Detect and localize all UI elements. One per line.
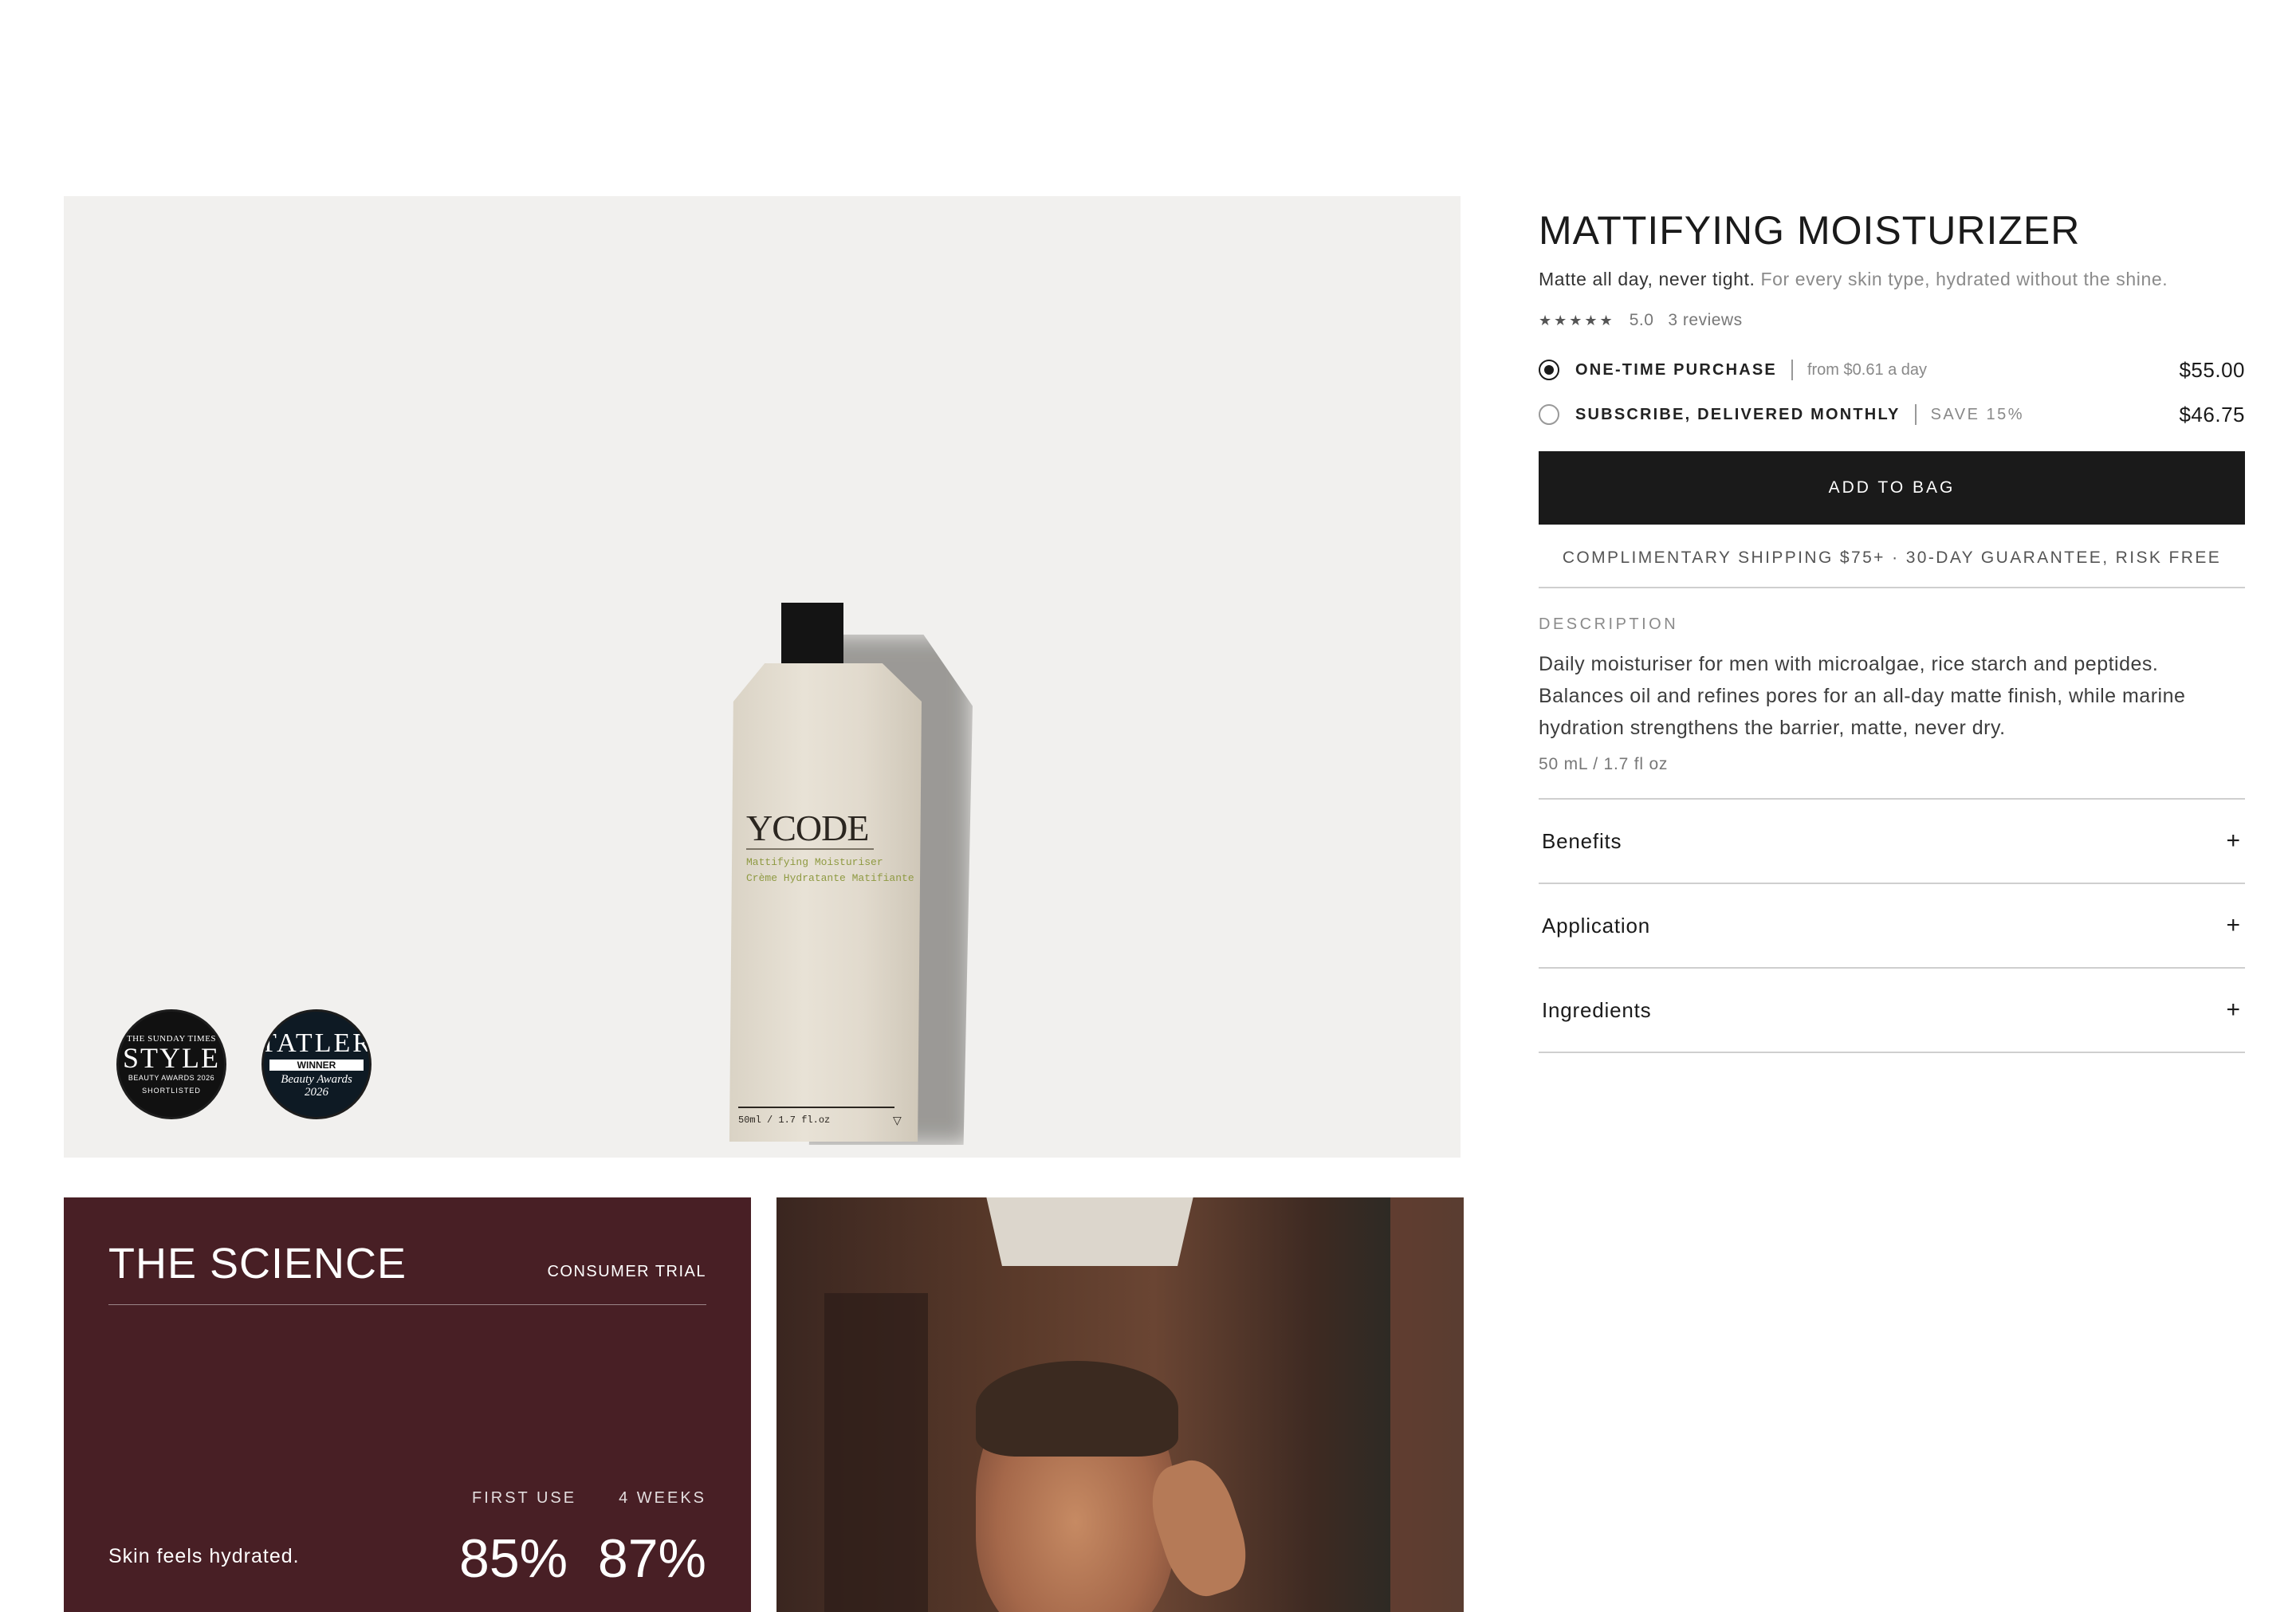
plus-icon[interactable]: +	[2226, 912, 2240, 939]
award-badge-tatler: TATLER WINNER Beauty Awards 2026	[261, 1009, 372, 1119]
science-panel: THE SCIENCE CONSUMER TRIAL FIRST USE 4 W…	[64, 1197, 751, 1612]
rating-score: 5.0	[1629, 311, 1654, 329]
tube-bottom-rule	[738, 1107, 894, 1108]
star-rating-icon: ★★★★★	[1539, 312, 1615, 328]
award-line: Beauty Awards	[281, 1073, 352, 1086]
accordion-label: Application	[1542, 913, 1650, 938]
option-label: ONE-TIME PURCHASE	[1575, 360, 1777, 379]
accordion-application[interactable]: Application +	[1539, 884, 2245, 969]
option-label: SUBSCRIBE, DELIVERED MONTHLY	[1575, 405, 1901, 423]
product-tagline: Matte all day, never tight. For every sk…	[1539, 269, 2245, 290]
science-value-4-weeks: 87%	[597, 1528, 706, 1589]
triangle-icon: ▽	[893, 1114, 902, 1126]
science-col-heading-4-weeks: 4 WEEKS	[619, 1489, 706, 1507]
reviews-link[interactable]: 3 reviews	[1668, 311, 1742, 330]
tube-line-1: Mattifying Moisturiser	[746, 856, 883, 868]
option-separator	[1914, 404, 1917, 425]
photo-man-hair	[976, 1361, 1178, 1457]
award-line: WINNER	[269, 1060, 364, 1071]
tube-brand-text: YCODE	[746, 808, 869, 848]
option-note: SAVE 15%	[1930, 405, 2025, 423]
science-divider	[108, 1304, 706, 1305]
product-tube-image: YCODE Mattifying Moisturiser Crème Hydra…	[718, 603, 981, 1158]
accordion-ingredients[interactable]: Ingredients +	[1539, 969, 2245, 1053]
description-text: Daily moisturiser for men with microalga…	[1539, 653, 2186, 739]
tube-cap	[781, 603, 843, 666]
option-price: $55.00	[2179, 357, 2245, 382]
accordion-label: Benefits	[1542, 828, 1622, 853]
award-line: TATLER	[261, 1028, 372, 1058]
award-line: STYLE	[123, 1042, 220, 1074]
radio-selected-icon[interactable]	[1539, 360, 1559, 380]
photo-lamp	[985, 1197, 1194, 1266]
product-image-panel[interactable]: YCODE Mattifying Moisturiser Crème Hydra…	[64, 196, 1461, 1158]
option-separator	[1791, 360, 1793, 380]
rating-row[interactable]: ★★★★★ 5.0 3 reviews	[1539, 311, 2245, 330]
award-line: BEAUTY AWARDS 2026	[128, 1074, 215, 1082]
option-note: from $0.61 a day	[1807, 360, 1928, 379]
product-info: MATTIFYING MOISTURIZER Matte all day, ne…	[1539, 196, 2245, 1053]
accordion-benefits[interactable]: Benefits +	[1539, 800, 2245, 884]
award-line: SHORTLISTED	[142, 1087, 201, 1095]
photo-background-door	[824, 1293, 928, 1612]
purchase-option-subscribe[interactable]: SUBSCRIBE, DELIVERED MONTHLY SAVE 15% $4…	[1539, 392, 2245, 437]
lifestyle-photo	[776, 1197, 1464, 1612]
radio-unselected-icon[interactable]	[1539, 404, 1559, 425]
product-title: MATTIFYING MOISTURIZER	[1539, 208, 2081, 253]
tagline-strong: Matte all day, never tight.	[1539, 269, 1755, 289]
science-value-first-use: 85%	[459, 1528, 568, 1589]
science-tag: CONSUMER TRIAL	[547, 1263, 706, 1280]
tube-line-2: Crème Hydratante Matifiante	[746, 872, 914, 884]
tagline-soft: For every skin type, hydrated without th…	[1760, 269, 2168, 289]
science-claim: Skin feels hydrated.	[108, 1545, 300, 1567]
product-size: 50 mL / 1.7 fl oz	[1539, 755, 1669, 773]
science-col-heading-first-use: FIRST USE	[472, 1489, 577, 1507]
photo-background-mirror	[1390, 1197, 1464, 1612]
option-price: $46.75	[2179, 402, 2245, 427]
accordion-label: Ingredients	[1542, 997, 1652, 1022]
divider	[1539, 587, 2245, 588]
plus-icon[interactable]: +	[2226, 828, 2240, 855]
award-line: 2026	[305, 1086, 328, 1099]
tube-subtext: Mattifying Moisturiser Crème Hydratante …	[746, 855, 914, 887]
plus-icon[interactable]: +	[2226, 997, 2240, 1024]
tube-size-text: 50ml / 1.7 fl.oz	[738, 1115, 831, 1126]
shipping-note: COMPLIMENTARY SHIPPING $75+ · 30-DAY GUA…	[1562, 548, 2222, 567]
tube-body: YCODE Mattifying Moisturiser Crème Hydra…	[729, 663, 922, 1142]
description-heading: DESCRIPTION	[1539, 615, 1679, 633]
add-to-bag-button[interactable]: ADD TO BAG	[1539, 451, 2245, 525]
tube-rule	[746, 848, 874, 850]
award-badge-sunday-times: THE SUNDAY TIMES STYLE BEAUTY AWARDS 202…	[116, 1009, 226, 1119]
science-title: THE SCIENCE	[108, 1240, 407, 1288]
purchase-option-one-time[interactable]: ONE-TIME PURCHASE from $0.61 a day $55.0…	[1539, 348, 2245, 392]
